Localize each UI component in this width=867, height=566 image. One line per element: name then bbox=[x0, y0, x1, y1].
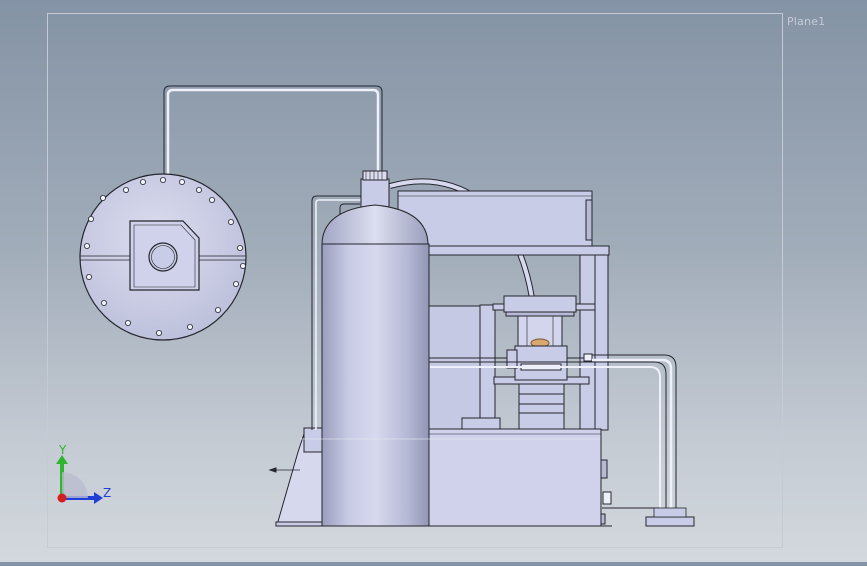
floor-stand[interactable] bbox=[645, 516, 695, 527]
graphics-viewport[interactable]: Y Z Plane1 bbox=[0, 0, 867, 562]
triad-z-label: Z bbox=[103, 486, 111, 500]
plane1-label: Plane1 bbox=[787, 15, 826, 28]
round-flange[interactable] bbox=[79, 173, 247, 341]
orientation-triad[interactable]: Y Z bbox=[56, 443, 111, 504]
triad-xy-plane bbox=[62, 472, 88, 498]
gas-cylinder[interactable] bbox=[321, 170, 430, 527]
funnel-hopper[interactable] bbox=[268, 427, 325, 527]
triad-x-axis bbox=[57, 493, 67, 503]
top-pipe[interactable] bbox=[163, 85, 383, 175]
triad-y-label: Y bbox=[58, 443, 67, 457]
base-cabinet[interactable] bbox=[427, 428, 612, 527]
model-canvas[interactable]: Y Z bbox=[0, 0, 867, 562]
